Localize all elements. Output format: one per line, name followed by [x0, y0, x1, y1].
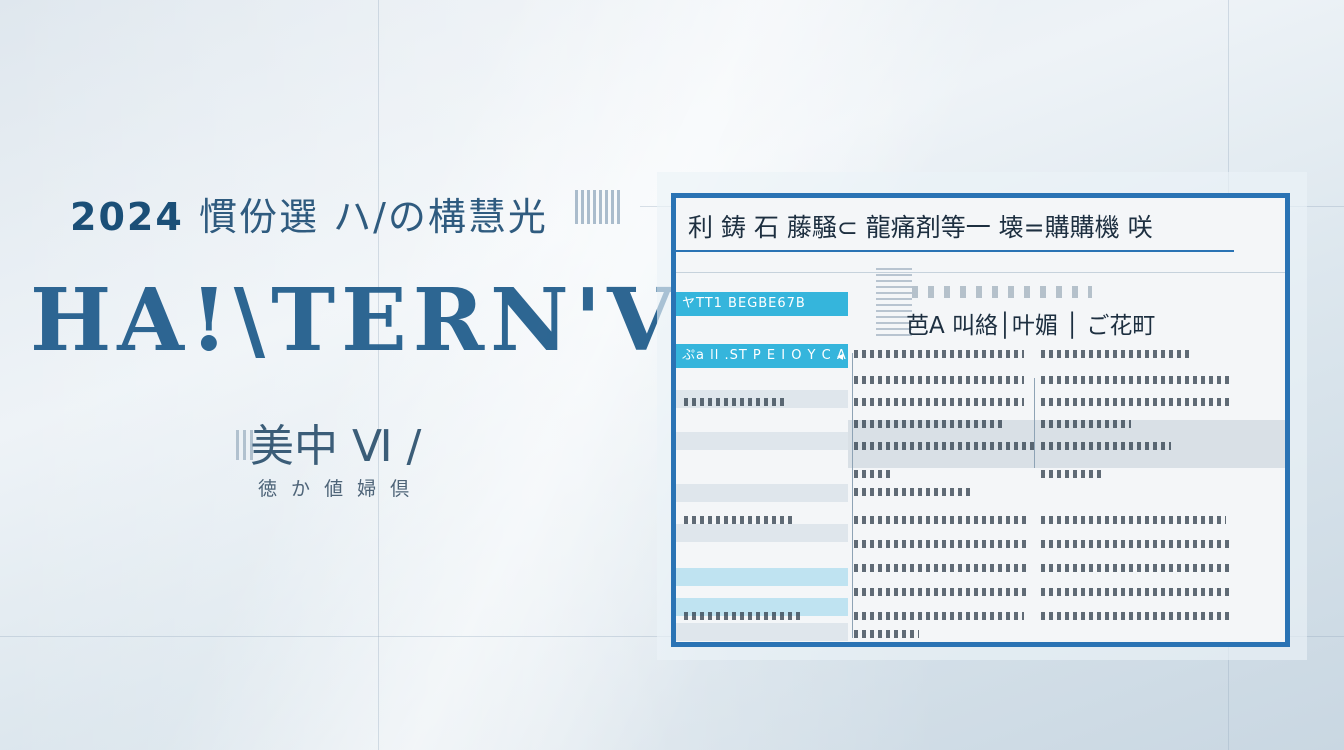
sidebar-row: [676, 524, 848, 542]
table-row: [1041, 470, 1101, 478]
table-row: [684, 612, 804, 620]
column-divider: [1034, 378, 1035, 468]
document-title: 利 鋳 石 藤騒⊂ 龍痛剤等一 壊=購購機 咲: [688, 213, 1153, 242]
table-row: [684, 398, 784, 406]
big-title: HA!\TERN'V: [30, 270, 680, 371]
year-title: 2024 慣份選 ハ/の構慧光: [70, 186, 548, 241]
sidebar-row: [676, 484, 848, 502]
sidebar: ヤTT1 BEGBE67B ぷa ll .ST P E I O Y C A ◂: [676, 278, 848, 642]
table-row: [854, 470, 894, 478]
divider: [676, 272, 1285, 273]
table-row: [1041, 588, 1231, 596]
year: 2024: [70, 195, 184, 239]
sidebar-item-1[interactable]: ヤTT1 BEGBE67B: [676, 292, 848, 316]
table-row: [854, 564, 1029, 572]
table-row: [1041, 612, 1231, 620]
table-row: [854, 420, 1004, 428]
table-row: [854, 350, 1024, 358]
sidebar-row: [676, 568, 848, 586]
grid-line: [378, 0, 379, 750]
table-row: [854, 488, 974, 496]
table-row: [854, 588, 1029, 596]
table-row: [1041, 516, 1226, 524]
table-row: [1041, 398, 1231, 406]
table-headers: 芭A 叫絡│叶媚 │ ご花町: [906, 313, 1156, 339]
sidebar-row: [676, 623, 848, 641]
title-rule: [676, 250, 1234, 252]
table-row: [854, 540, 1029, 548]
table-row: [1041, 350, 1191, 358]
subtitle-small: 徳 か 値 婦 倶: [258, 478, 414, 500]
table-row: [854, 442, 1034, 450]
column-divider: [852, 353, 853, 638]
title-cjk: 慣份選 ハ/の構慧光: [199, 195, 548, 239]
table-row: [854, 398, 1024, 406]
header-dashes: [912, 286, 1092, 298]
table-row: [854, 630, 919, 638]
decorative-stripes: [575, 190, 623, 224]
table-row: [1041, 564, 1231, 572]
chevron-left-icon: ◂: [836, 349, 844, 363]
table-row: [1041, 442, 1171, 450]
table-row: [684, 516, 794, 524]
sidebar-row: [676, 432, 848, 450]
subtitle-large: 美中 Ⅵ /: [250, 421, 422, 472]
table-row: [854, 516, 1029, 524]
table-row: [1041, 540, 1231, 548]
table-row: [1041, 420, 1131, 428]
sidebar-item-2[interactable]: ぷa ll .ST P E I O Y C A ◂: [676, 344, 848, 368]
table-row: [854, 376, 1024, 384]
sidebar-item-label: ヤTT1 BEGBE67B: [682, 296, 806, 311]
table-row: [854, 612, 1024, 620]
table-row: [1041, 376, 1231, 384]
document-panel: 利 鋳 石 藤騒⊂ 龍痛剤等一 壊=購購機 咲 ヤTT1 BEGBE67B ぷa…: [671, 193, 1290, 647]
sidebar-item-label: ぷa ll .ST P E I O Y C A: [682, 348, 847, 363]
